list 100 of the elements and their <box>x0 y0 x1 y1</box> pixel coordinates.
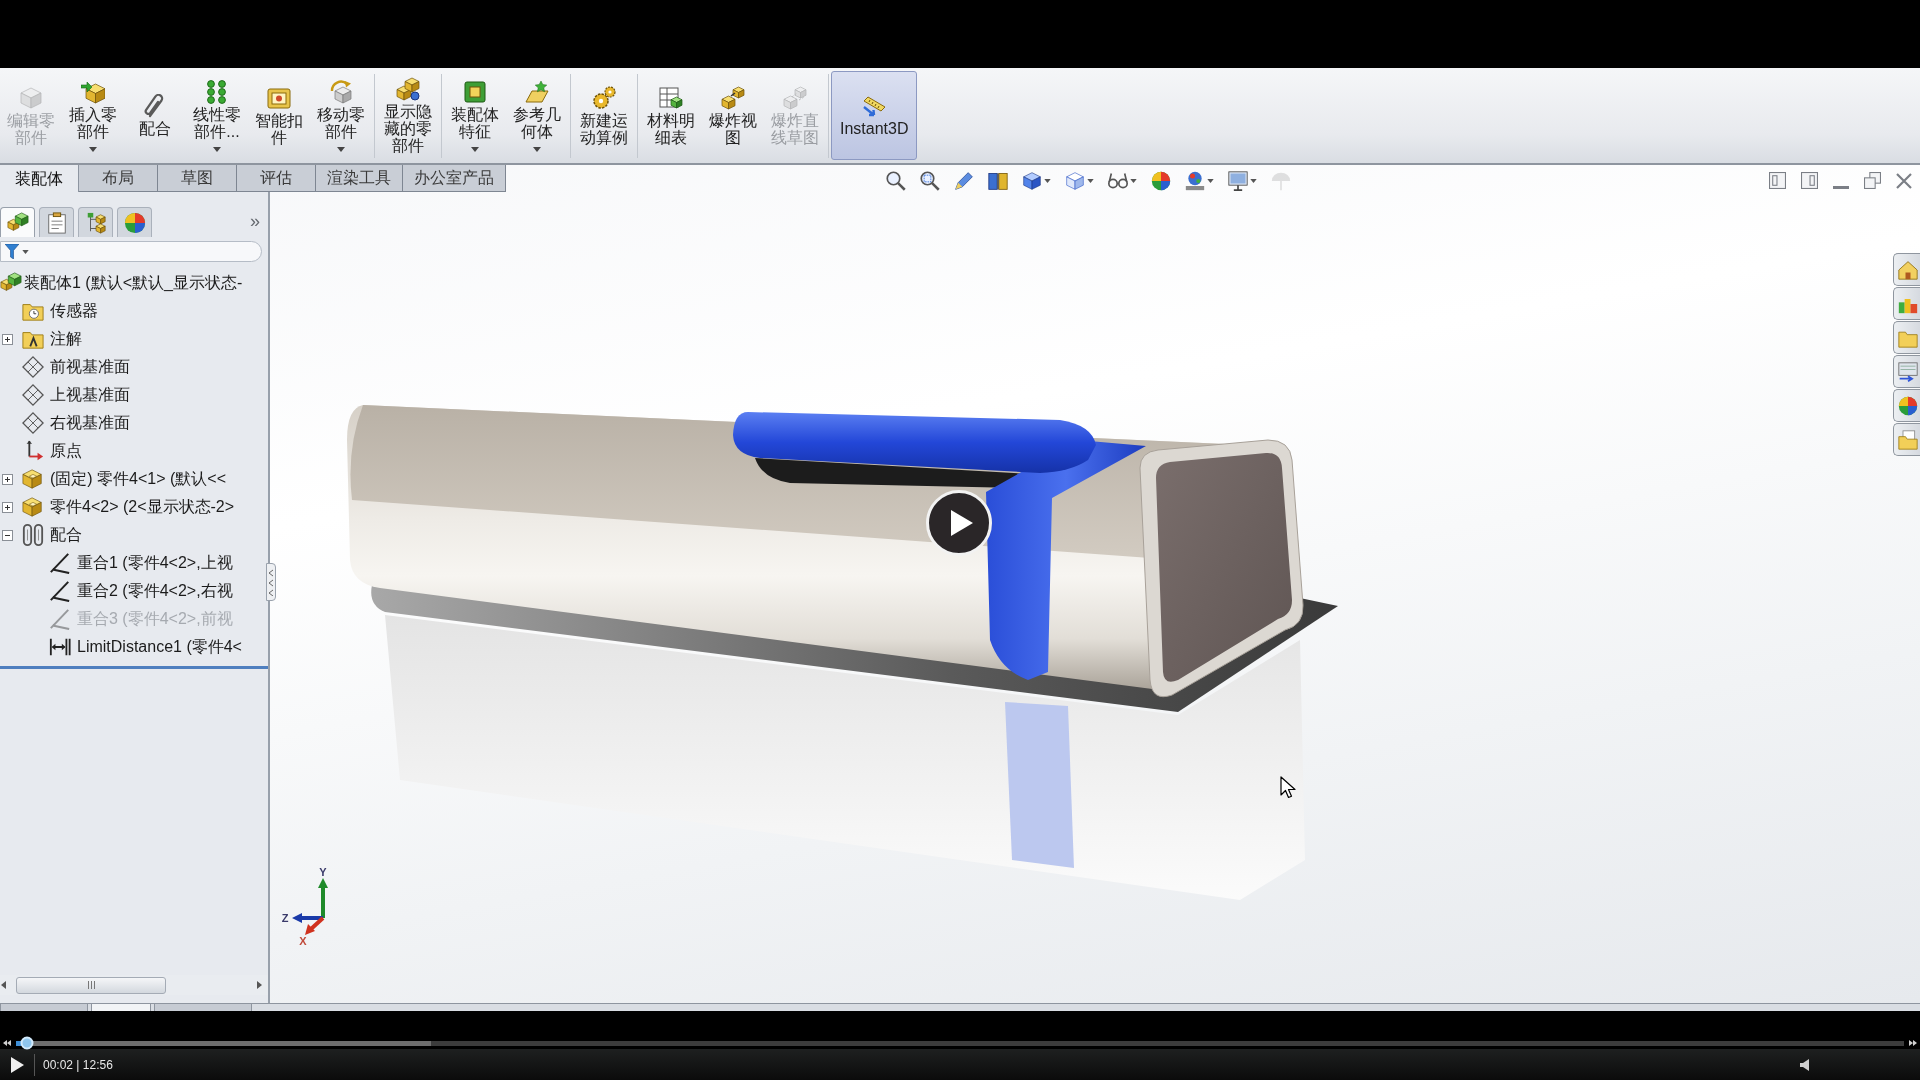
zoom-area-icon[interactable] <box>920 171 940 191</box>
play-icon[interactable] <box>11 1056 24 1073</box>
ribbon-button[interactable]: 显示隐藏的零部件 <box>377 71 439 160</box>
command-tab[interactable]: 办公室产品 <box>403 165 506 192</box>
coincident-mate-icon <box>49 552 71 574</box>
ribbon-button[interactable]: 移动零部件 <box>310 71 372 160</box>
plane-icon <box>22 356 44 378</box>
tree-item-label[interactable]: LimitDistance1 (零件4< <box>77 637 242 657</box>
progress-thumb[interactable] <box>20 1036 34 1050</box>
expander-icon[interactable] <box>1 529 13 541</box>
glasses-icon[interactable] <box>1108 171 1128 191</box>
tree-item-label[interactable]: 重合2 (零件4<2>,右视 <box>77 581 233 601</box>
collapse-handle[interactable] <box>266 563 276 601</box>
command-tab[interactable]: 装配体 <box>0 165 79 192</box>
filter-icon <box>5 244 19 259</box>
pen-icon[interactable] <box>954 171 974 191</box>
ruler-arrow-icon <box>862 94 887 118</box>
bolt-box-icon <box>267 85 291 110</box>
sheet-tab[interactable] <box>91 1004 151 1011</box>
scrollbar-thumb[interactable] <box>16 976 166 994</box>
fast-forward-icon[interactable] <box>1909 1040 1917 1046</box>
ribbon-button[interactable]: 插入零部件 <box>62 71 124 160</box>
tree-item-label[interactable]: 配合 <box>50 525 82 545</box>
restore-icon[interactable] <box>1864 172 1881 189</box>
z-axis-arrow <box>292 913 323 923</box>
rotating-part-icon <box>329 79 353 104</box>
caret-icon[interactable] <box>1087 179 1094 183</box>
tree-item-label[interactable]: 装配体1 (默认<默认_显示状态- <box>24 273 243 293</box>
tree-item-label[interactable]: 传感器 <box>50 301 98 321</box>
tree-item-label[interactable]: 注解 <box>50 329 82 349</box>
house-icon <box>1898 259 1918 280</box>
tree-item-label[interactable]: (固定) 零件4<1> (默认<< <box>50 469 227 489</box>
window-panel-icon[interactable] <box>1769 172 1786 189</box>
manager-tab[interactable] <box>39 207 74 237</box>
command-tab[interactable]: 评估 <box>237 165 316 192</box>
command-tab[interactable]: 布局 <box>79 165 158 192</box>
time-display: 00:02 | 12:56 <box>43 1057 113 1072</box>
cube-icon[interactable] <box>1022 171 1042 191</box>
plane-icon <box>22 384 44 406</box>
caret-icon[interactable] <box>1044 179 1051 183</box>
plane-icon <box>22 412 44 434</box>
color-ball-icon[interactable] <box>1151 171 1171 191</box>
ribbon-button[interactable]: 爆炸视图 <box>702 71 764 160</box>
task-pane-tab[interactable] <box>1893 355 1920 388</box>
task-pane-tab[interactable] <box>1893 423 1920 456</box>
x-axis-arrow <box>305 916 325 935</box>
axis-label: Y <box>319 867 327 878</box>
mates-icon <box>22 524 44 546</box>
task-pane-tab[interactable] <box>1893 287 1920 320</box>
rewind-icon[interactable] <box>3 1040 11 1046</box>
tree-item-label[interactable]: 原点 <box>50 441 82 461</box>
ribbon-button[interactable]: 装配体特征 <box>444 71 506 160</box>
scroll-left-icon[interactable] <box>1 981 6 989</box>
caret-icon[interactable] <box>1250 179 1257 183</box>
task-pane-tab[interactable] <box>1893 321 1920 354</box>
volume-icon[interactable] <box>1800 1058 1809 1071</box>
ribbon-button[interactable]: 新建运动算例 <box>573 71 635 160</box>
caret-icon[interactable] <box>1207 179 1214 183</box>
manager-tab[interactable] <box>78 207 113 237</box>
ribbon-button[interactable]: 材料明细表 <box>640 71 702 160</box>
ribbon-button[interactable]: 配合 <box>124 71 186 160</box>
ribbon-button[interactable]: 参考几何体 <box>506 71 568 160</box>
assembly-box-icon <box>463 79 487 104</box>
tree-item-label[interactable]: 前视基准面 <box>50 357 130 377</box>
caret-icon[interactable] <box>1130 179 1137 183</box>
exploded-parts-icon <box>721 85 745 110</box>
filter-field[interactable] <box>0 241 262 262</box>
task-pane-tab[interactable] <box>1893 253 1920 286</box>
tree-item-label[interactable]: 重合1 (零件4<2>,上视 <box>77 553 233 573</box>
manager-tab[interactable] <box>117 207 152 237</box>
assembly-tree-icon <box>6 211 29 234</box>
caret-icon <box>22 249 29 254</box>
ribbon-button[interactable]: Instant3D <box>831 71 918 160</box>
expander-icon[interactable] <box>1 333 13 345</box>
gears-icon <box>592 85 616 110</box>
box-icon[interactable] <box>1065 171 1085 191</box>
magnifier-icon[interactable] <box>886 171 906 191</box>
command-tab[interactable]: 草图 <box>158 165 237 192</box>
stacked-parts-icon <box>396 77 420 101</box>
tree-item-label[interactable]: 上视基准面 <box>50 385 130 405</box>
task-pane-tab[interactable] <box>1893 389 1920 422</box>
part-arrow-icon <box>81 79 105 104</box>
tree-item-label[interactable]: 零件4<2> (2<显示状态-2> <box>50 497 235 517</box>
table-icon <box>659 85 683 110</box>
tree-item-label[interactable]: 右视基准面 <box>50 413 130 433</box>
close-icon[interactable] <box>1896 173 1912 189</box>
scroll-right-icon[interactable] <box>257 981 262 989</box>
more-button[interactable]: » <box>250 211 260 231</box>
plane-star-icon <box>525 79 549 104</box>
expander-icon[interactable] <box>1 501 13 513</box>
monitor-icon[interactable] <box>1228 171 1248 191</box>
ball-floor-icon[interactable] <box>1185 171 1205 191</box>
manager-tab[interactable] <box>0 207 35 237</box>
window-panel-icon[interactable] <box>1801 172 1818 189</box>
book-icon[interactable] <box>988 171 1008 191</box>
distance-mate-icon <box>49 636 71 658</box>
expander-icon[interactable] <box>1 473 13 485</box>
ribbon-button[interactable]: 线性零部件... <box>186 71 248 160</box>
command-tab[interactable]: 渲染工具 <box>316 165 403 192</box>
ribbon-button[interactable]: 智能扣件 <box>248 71 310 160</box>
